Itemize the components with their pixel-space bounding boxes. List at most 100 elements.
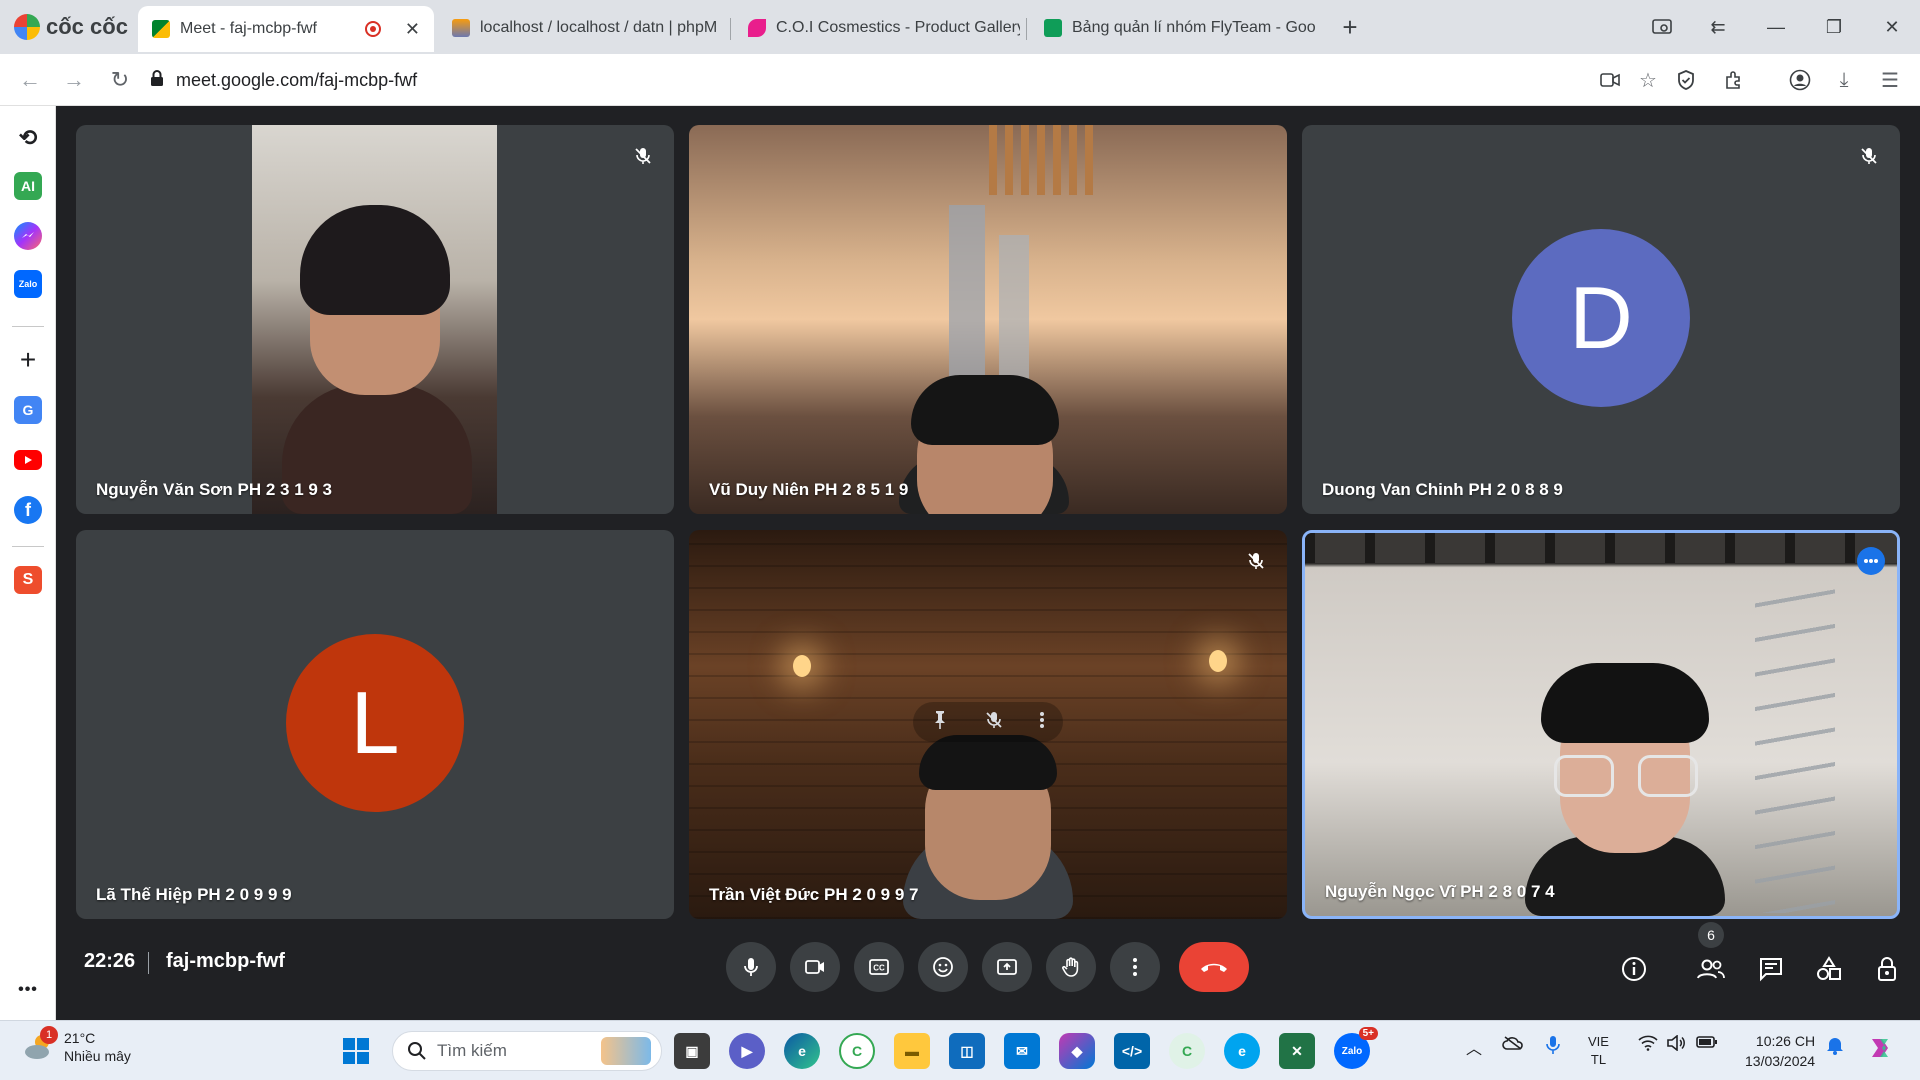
mail-icon[interactable]: ✉ (1004, 1033, 1040, 1069)
more-options-button[interactable] (1110, 942, 1160, 992)
participant-tile[interactable]: L Lã Thế Hiệp PH 2 0 9 9 9 (76, 530, 674, 919)
present-button[interactable] (982, 942, 1032, 992)
new-tab-button[interactable]: + (1330, 10, 1370, 44)
messenger-icon[interactable] (14, 222, 42, 250)
tab-google-sheets[interactable]: Bảng quản lí nhóm FlyTeam - Goo (1030, 6, 1320, 50)
recording-icon (364, 21, 381, 37)
ladder (1755, 573, 1835, 913)
raise-hand-button[interactable] (1046, 942, 1096, 992)
shield-icon[interactable] (1672, 66, 1700, 94)
svg-text:CC: CC (873, 964, 885, 973)
screenshot-icon[interactable] (1642, 10, 1682, 44)
tray-microphone-icon[interactable] (1546, 1035, 1560, 1058)
leave-call-button[interactable] (1179, 942, 1249, 992)
tab-meet[interactable]: Meet - faj-mcbp-fwf ✕ (138, 6, 434, 52)
file-explorer-icon[interactable]: ▬ (894, 1033, 930, 1069)
facebook-icon[interactable]: f (14, 496, 42, 524)
tab-close-icon[interactable]: ✕ (405, 19, 420, 40)
ai-icon[interactable]: AI (14, 172, 42, 200)
history-icon[interactable]: ⟲ (14, 124, 42, 152)
minimize-button[interactable]: — (1756, 10, 1796, 44)
tab-phpmyadmin[interactable]: localhost / localhost / datn | phpM (438, 6, 724, 50)
pendant-lights (989, 125, 1099, 195)
participant-tile[interactable]: Trần Việt Đức PH 2 0 9 9 7 (689, 530, 1287, 919)
participant-name: Vũ Duy Niên PH 2 8 5 1 9 (709, 480, 909, 499)
zalo-taskbar-icon[interactable]: Zalo 5+ (1334, 1027, 1378, 1069)
pin-icon[interactable] (931, 710, 949, 735)
lock-icon (150, 69, 164, 92)
meeting-code: faj-mcbp-fwf (166, 950, 285, 972)
address-bar[interactable]: meet.google.com/faj-mcbp-fwf (150, 62, 1600, 98)
camera-permission-icon[interactable] (1596, 66, 1624, 94)
tab-title: C.O.I Cosmestics - Product Gallery (776, 19, 1020, 36)
host-controls-icon[interactable] (1872, 954, 1902, 984)
start-button[interactable] (338, 1033, 374, 1069)
store-icon[interactable]: ◫ (949, 1033, 985, 1069)
task-view-icon[interactable]: ▣ (674, 1033, 710, 1069)
notification-bell-icon[interactable] (1826, 1035, 1844, 1058)
menu-icon[interactable]: ☰ (1876, 66, 1904, 94)
translate-icon[interactable]: G (14, 396, 42, 424)
more-options-icon[interactable] (1039, 710, 1045, 735)
close-window-button[interactable]: ✕ (1872, 10, 1912, 44)
wifi-icon[interactable] (1638, 1035, 1658, 1054)
tab-title: Meet - faj-mcbp-fwf (180, 20, 317, 37)
meeting-details-icon[interactable] (1619, 954, 1649, 984)
profile-icon[interactable] (1786, 66, 1814, 94)
forward-button[interactable]: → (58, 64, 90, 96)
youtube-icon[interactable] (14, 450, 42, 470)
add-icon[interactable]: + (14, 344, 42, 375)
shopee-icon[interactable]: S (14, 566, 42, 594)
more-icon[interactable]: ••• (14, 976, 42, 1004)
edge-icon[interactable]: e (784, 1033, 820, 1069)
onedrive-icon[interactable] (1502, 1035, 1524, 1054)
participant-avatar: L (286, 634, 464, 812)
mute-participant-icon[interactable] (984, 710, 1004, 735)
system-clock[interactable]: 10:26 CH 13/03/2024 (1745, 1031, 1815, 1071)
back-history-icon[interactable]: ⇇ (1698, 10, 1738, 44)
weather-widget[interactable]: 1 21°C Nhiều mây (22, 1026, 131, 1065)
copilot-tray-icon[interactable] (1866, 1035, 1894, 1064)
restore-button[interactable]: ❐ (1814, 10, 1854, 44)
coccoc-taskbar-icon[interactable]: C (839, 1033, 875, 1069)
input-language[interactable]: VIE TL (1588, 1033, 1609, 1069)
reload-button[interactable]: ↻ (104, 64, 136, 96)
battery-icon[interactable] (1696, 1035, 1718, 1052)
brand-name: cốc cốc (46, 14, 128, 39)
reactions-button[interactable] (918, 942, 968, 992)
edge-beta-icon[interactable]: e (1224, 1033, 1260, 1069)
tab-coi-cosmetics[interactable]: C.O.I Cosmestics - Product Gallery (734, 6, 1020, 50)
back-button[interactable]: ← (14, 64, 46, 96)
teams-icon[interactable]: ▶ (729, 1033, 765, 1069)
show-hidden-icons[interactable]: ︿ (1466, 1035, 1482, 1059)
zalo-icon[interactable]: Zalo (14, 270, 42, 298)
meet-stage: Nguyễn Văn Sơn PH 2 3 1 9 3 Vũ Duy Niên … (56, 106, 1920, 1020)
captions-button[interactable]: CC (854, 942, 904, 992)
copilot-icon[interactable]: ◆ (1059, 1033, 1095, 1069)
download-icon[interactable]: ⤓ (1830, 66, 1858, 94)
muted-mic-icon (1854, 141, 1884, 171)
chat-icon[interactable] (1756, 954, 1786, 984)
camera-button[interactable] (790, 942, 840, 992)
search-icon (408, 1042, 426, 1060)
volume-icon[interactable] (1666, 1034, 1686, 1054)
search-placeholder: Tìm kiếm (437, 1041, 507, 1060)
bookmark-star-icon[interactable]: ☆ (1634, 66, 1662, 94)
browser-sidebar: ⟲ AI Zalo + G f S ••• (0, 106, 56, 1020)
ceiling-beams (1305, 533, 1897, 563)
microphone-button[interactable] (726, 942, 776, 992)
glasses-right (1638, 755, 1698, 797)
people-icon[interactable] (1696, 954, 1726, 984)
participant-tile[interactable]: D Duong Van Chinh PH 2 0 8 8 9 (1302, 125, 1900, 514)
participant-tile[interactable]: Vũ Duy Niên PH 2 8 5 1 9 (689, 125, 1287, 514)
coccoc-active-icon[interactable]: C (1169, 1033, 1205, 1069)
extensions-icon[interactable] (1720, 66, 1748, 94)
participant-tile[interactable]: Nguyễn Văn Sơn PH 2 3 1 9 3 (76, 125, 674, 514)
activities-icon[interactable] (1814, 954, 1844, 984)
vscode-icon[interactable]: </> (1114, 1033, 1150, 1069)
sidebar-separator (12, 546, 44, 547)
person-hair (919, 735, 1057, 790)
taskbar-search[interactable]: Tìm kiếm (392, 1031, 662, 1071)
camtasia-icon[interactable]: ✕ (1279, 1033, 1315, 1069)
participant-tile-active-speaker[interactable]: Nguyễn Ngọc Vĩ PH 2 8 0 7 4 (1302, 530, 1900, 919)
